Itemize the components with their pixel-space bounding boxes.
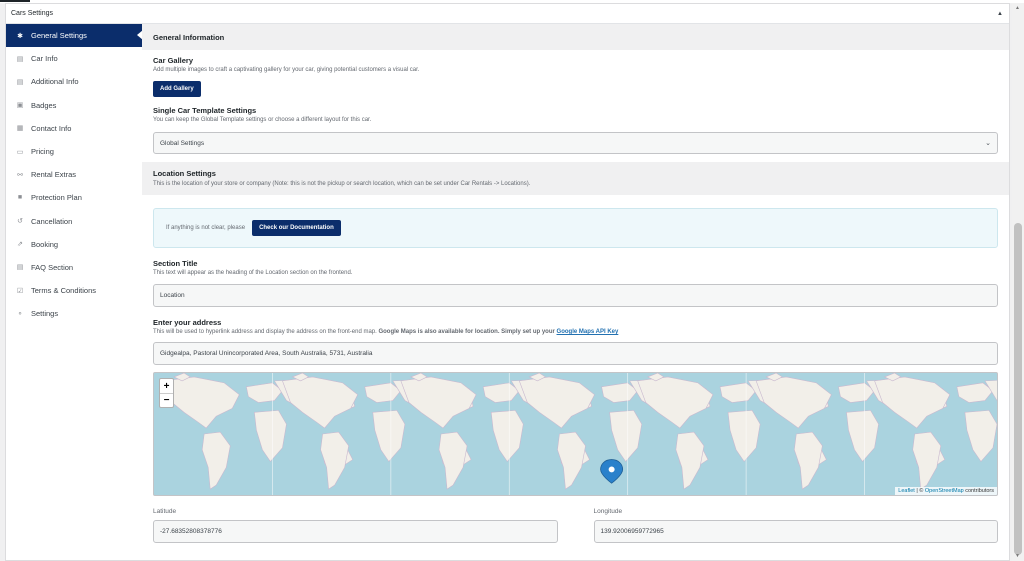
google-maps-api-key-link[interactable]: Google Maps API Key	[557, 329, 619, 335]
address-desc-bold: Google Maps is also available for locati…	[378, 329, 555, 335]
sidebar-item-settings[interactable]: ⚬ Settings	[6, 302, 142, 325]
settings-sidebar: ✱ General Settings ▤ Car Info ▤ Addition…	[6, 24, 143, 560]
money-icon: ▭	[16, 148, 24, 156]
location-settings-desc: This is the location of your store or co…	[153, 181, 531, 187]
document-icon: ▤	[16, 55, 24, 63]
sidebar-item-protection-plan[interactable]: ■ Protection Plan	[6, 186, 142, 209]
sidebar-item-additional-info[interactable]: ▤ Additional Info	[6, 70, 142, 93]
latitude-field: Latitude -27.68352808378776	[153, 508, 558, 543]
address-label: Enter your address	[153, 318, 222, 327]
address-desc: This will be used to hyperlink address a…	[153, 329, 998, 335]
template-select[interactable]: Global Settings ⌄	[153, 132, 998, 154]
coordinates-row: Latitude -27.68352808378776 Longitude 13…	[142, 508, 1009, 543]
attribution-tail: contributors	[965, 488, 994, 494]
address-desc-text: This will be used to hyperlink address a…	[153, 329, 377, 335]
gear-icon: ✱	[17, 32, 23, 40]
latitude-label: Latitude	[153, 508, 177, 515]
settings-content: General Information Car Gallery Add mult…	[142, 24, 1009, 560]
openstreetmap-link[interactable]: OpenStreetMap	[925, 488, 964, 494]
sidebar-item-label: Pricing	[31, 147, 54, 157]
sidebar-item-label: FAQ Section	[31, 262, 74, 272]
panel-title: Cars Settings	[11, 10, 54, 17]
attribution-separator: | ©	[916, 488, 924, 494]
sidebar-item-label: Additional Info	[31, 77, 79, 87]
sidebar-item-label: Contact Info	[31, 123, 72, 133]
sidebar-item-contact-info[interactable]: ▦ Contact Info	[6, 117, 142, 140]
sidebar-item-label: Booking	[31, 239, 59, 249]
sidebar-item-faq-section[interactable]: ▤ FAQ Section	[6, 256, 142, 279]
notice-text: If anything is not clear, please	[166, 225, 246, 231]
sidebar-item-label: Settings	[31, 309, 59, 319]
template-title: Single Car Template Settings	[153, 106, 257, 115]
sidebar-item-label: Car Info	[31, 54, 58, 64]
location-settings-heading: Location Settings This is the location o…	[142, 162, 1009, 195]
world-map-tiles	[163, 373, 997, 495]
sidebar-item-label: Protection Plan	[31, 193, 82, 203]
car-gallery-desc: Add multiple images to craft a captivati…	[153, 67, 420, 73]
sidebar-item-label: Badges	[31, 100, 57, 110]
top-strip-marker	[0, 0, 30, 2]
sidebar-item-terms-conditions[interactable]: ☑ Terms & Conditions	[6, 279, 142, 302]
undo-icon: ↺	[17, 218, 23, 226]
latitude-input[interactable]: -27.68352808378776	[153, 520, 558, 543]
lock-icon: ■	[17, 194, 23, 202]
template-section: Single Car Template Settings You can kee…	[142, 106, 1009, 154]
section-title-desc: This text will appear as the heading of …	[153, 270, 353, 276]
template-select-value: Global Settings	[160, 139, 205, 147]
section-title-field: Section Title This text will appear as t…	[142, 259, 1009, 307]
longitude-field: Longitude 139.92006959772965	[593, 508, 998, 543]
map-attribution: Leaflet | © OpenStreetMap contributors	[895, 487, 997, 495]
zoom-out-button[interactable]: −	[160, 393, 173, 407]
leaflet-link[interactable]: Leaflet	[898, 488, 915, 494]
car-gallery-section: Car Gallery Add multiple images to craft…	[142, 56, 1009, 97]
sidebar-item-general-settings[interactable]: ✱ General Settings	[6, 24, 143, 48]
document-icon: ▤	[16, 78, 24, 86]
section-title-input[interactable]: Location	[153, 284, 998, 307]
documentation-notice: If anything is not clear, please Check o…	[153, 208, 998, 248]
map-zoom-control: + −	[159, 378, 174, 408]
sidebar-item-pricing[interactable]: ▭ Pricing	[6, 140, 142, 163]
sidebar-item-car-info[interactable]: ▤ Car Info	[6, 47, 142, 70]
address-field: Enter your address This will be used to …	[142, 318, 1009, 365]
collapse-arrow-icon[interactable]: ▲	[997, 11, 1003, 17]
longitude-label: Longitude	[593, 508, 623, 515]
template-desc: You can keep the Global Template setting…	[153, 117, 372, 123]
chevron-down-icon: ⌄	[985, 140, 991, 147]
sidebar-item-cancellation[interactable]: ↺ Cancellation	[6, 210, 142, 233]
scroll-down-icon[interactable]: ▼	[1015, 553, 1020, 559]
sidebar-item-badges[interactable]: ▣ Badges	[6, 94, 142, 117]
checkbox-icon: ☑	[16, 287, 24, 295]
sidebar-item-label: General Settings	[31, 31, 87, 41]
settings-icon: ⚬	[17, 310, 23, 318]
section-title-label: Section Title	[153, 259, 198, 268]
sidebar-item-label: Rental Extras	[31, 170, 77, 180]
extras-icon: ⚯	[17, 171, 23, 179]
booking-icon: ⇗	[17, 241, 23, 249]
contact-card-icon: ▦	[16, 125, 24, 133]
address-input[interactable]: Gidgealpa, Pastoral Unincorporated Area,…	[153, 342, 998, 365]
sidebar-item-rental-extras[interactable]: ⚯ Rental Extras	[6, 163, 142, 186]
car-gallery-title: Car Gallery	[153, 56, 194, 65]
page-scrollbar[interactable]: ▲ ▼	[1012, 3, 1024, 561]
document-icon: ▤	[16, 264, 24, 272]
location-map[interactable]: + − Leaflet | © OpenStreetMap contributo…	[153, 372, 998, 496]
panel-header: Cars Settings ▲	[6, 4, 1009, 24]
sidebar-item-booking[interactable]: ⇗ Booking	[6, 233, 142, 256]
general-information-heading: General Information	[142, 24, 1009, 50]
map-wrap: + − Leaflet | © OpenStreetMap contributo…	[142, 372, 1009, 496]
scrollbar-thumb[interactable]	[1014, 223, 1022, 555]
sidebar-item-label: Terms & Conditions	[31, 286, 97, 296]
scroll-up-icon[interactable]: ▲	[1015, 5, 1020, 11]
cars-settings-panel: Cars Settings ▲ ✱ General Settings ▤ Car…	[5, 3, 1010, 561]
location-settings-title: Location Settings	[153, 169, 216, 178]
map-marker-icon[interactable]	[600, 459, 624, 484]
add-gallery-button[interactable]: Add Gallery	[153, 81, 201, 97]
check-documentation-button[interactable]: Check our Documentation	[252, 220, 341, 236]
zoom-in-button[interactable]: +	[160, 379, 173, 393]
longitude-input[interactable]: 139.92006959772965	[593, 520, 998, 543]
documentation-notice-wrap: If anything is not clear, please Check o…	[142, 208, 1009, 248]
badge-icon: ▣	[16, 102, 24, 110]
sidebar-item-label: Cancellation	[31, 216, 73, 226]
